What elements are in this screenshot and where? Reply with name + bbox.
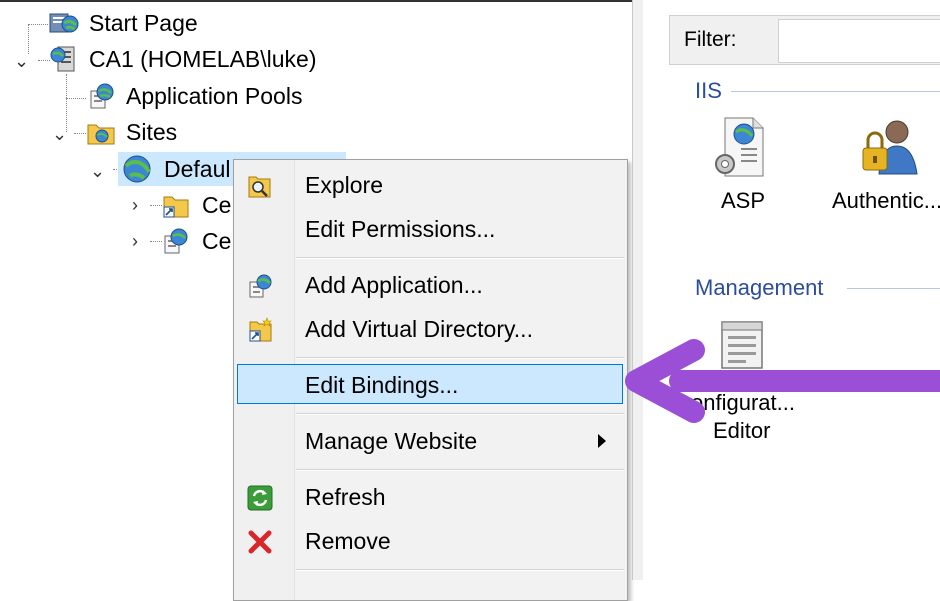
menu-item-label: Edit Bindings... <box>305 372 459 398</box>
annotation-arrow-icon <box>625 339 940 423</box>
annotation-arrow-overlay <box>625 339 940 423</box>
